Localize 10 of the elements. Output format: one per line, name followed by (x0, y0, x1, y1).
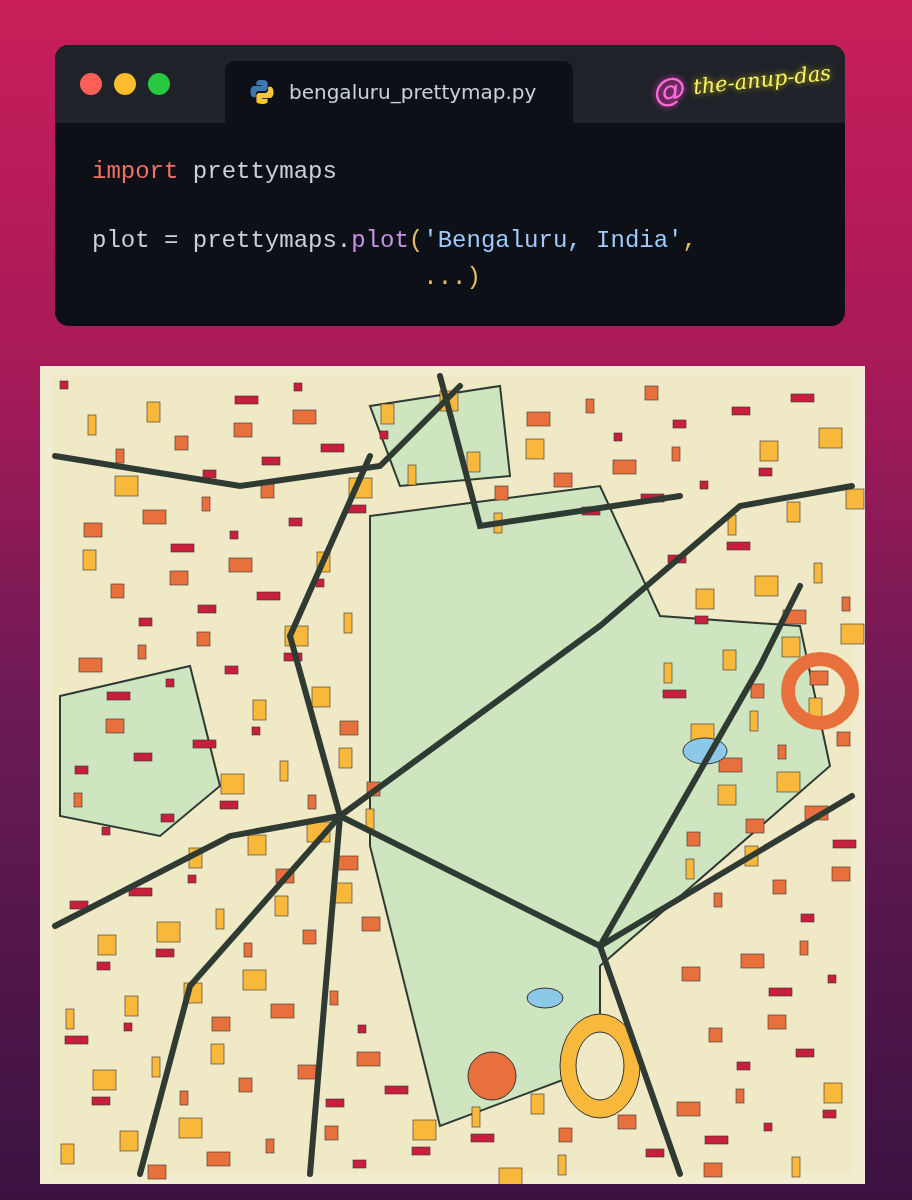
code-line: plot = prettymaps.plot('Bengaluru, India', (92, 226, 698, 256)
window-control-icon[interactable] (80, 73, 102, 95)
window-control-icon[interactable] (114, 73, 136, 95)
at-sign: @ (651, 69, 687, 111)
code-line: import prettymaps (92, 157, 338, 187)
python-logo-icon (249, 79, 275, 105)
file-tab[interactable]: bengaluru_prettymap.py (225, 61, 573, 123)
window-control-icon[interactable] (148, 73, 170, 95)
code-line: ...) (422, 263, 482, 293)
author-handle: the-anup-das (691, 60, 832, 100)
